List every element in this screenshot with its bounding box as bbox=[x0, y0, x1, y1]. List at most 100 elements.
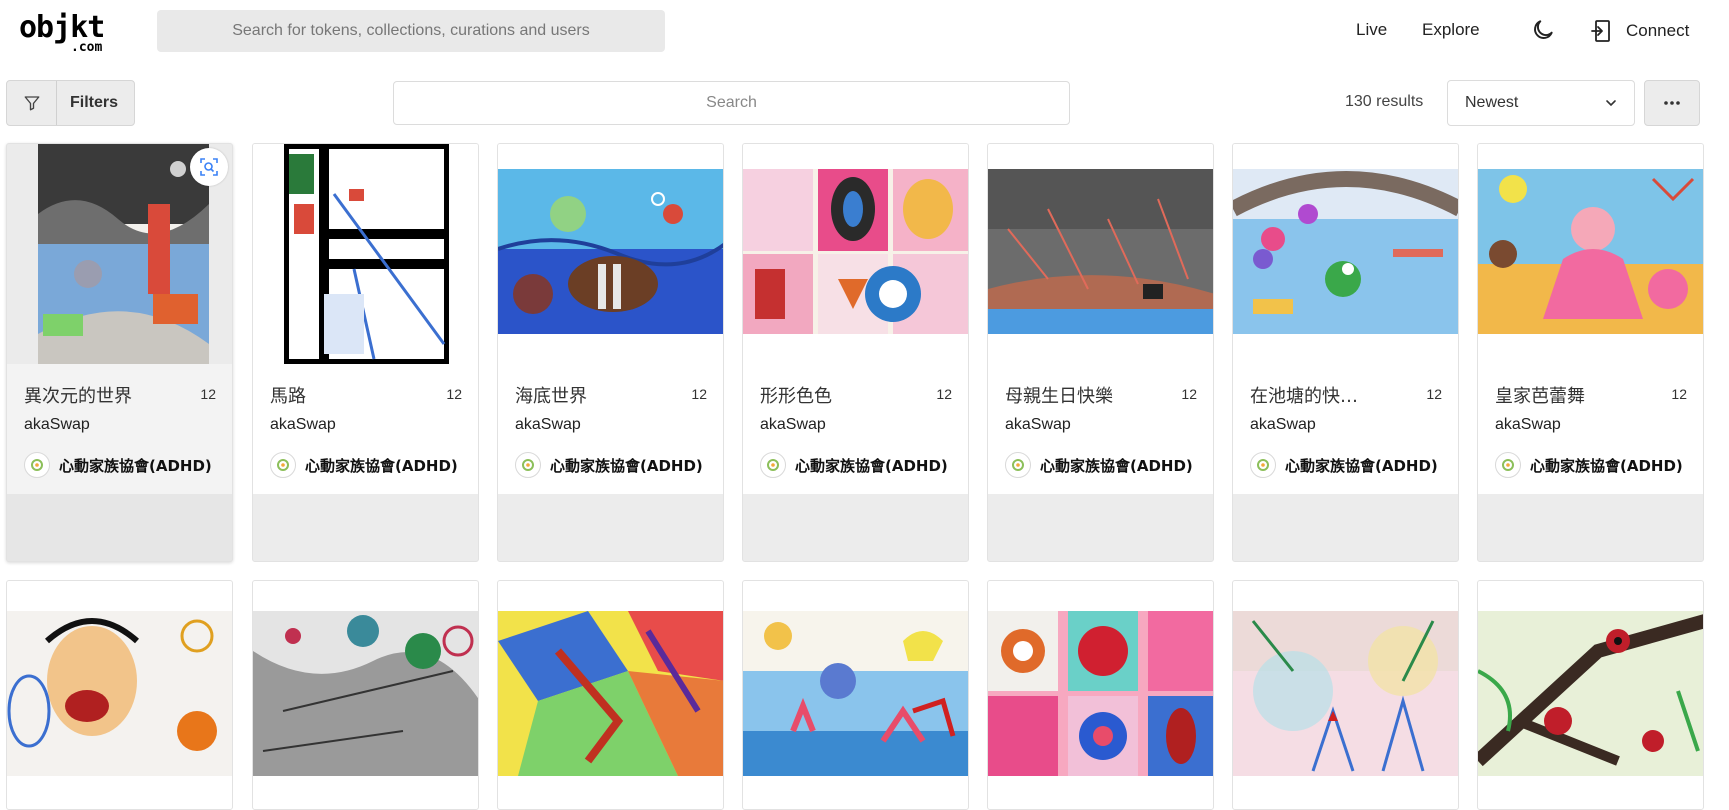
creator-name: 心動家族協會(ADHD) bbox=[1040, 456, 1193, 475]
token-card[interactable] bbox=[252, 580, 479, 810]
token-thumbnail[interactable] bbox=[253, 144, 478, 364]
nav-link-explore[interactable]: Explore bbox=[1422, 20, 1480, 40]
token-info: 馬路 12 akaSwap 心動家族協會(ADHD) bbox=[253, 364, 478, 494]
avatar bbox=[24, 452, 50, 478]
token-card[interactable] bbox=[6, 580, 233, 810]
creator[interactable]: 心動家族協會(ADHD) bbox=[1495, 450, 1695, 480]
avatar bbox=[1005, 452, 1031, 478]
collection-name[interactable]: akaSwap bbox=[760, 416, 826, 434]
chevron-down-icon bbox=[1604, 96, 1618, 110]
artwork-image bbox=[498, 169, 723, 334]
token-info: 母親生日快樂 12 akaSwap 心動家族協會(ADHD) bbox=[988, 364, 1213, 494]
collection-name[interactable]: akaSwap bbox=[1005, 416, 1071, 434]
artwork-image bbox=[1478, 611, 1703, 776]
edition-count: 12 bbox=[1426, 386, 1442, 402]
edition-count: 12 bbox=[936, 386, 952, 402]
token-card[interactable]: 形形色色 12 akaSwap 心動家族協會(ADHD) bbox=[742, 143, 969, 562]
token-info: 在池塘的快樂時光 12 akaSwap 心動家族協會(ADHD) bbox=[1233, 364, 1458, 494]
artwork-image bbox=[988, 169, 1213, 334]
edition-count: 12 bbox=[446, 386, 462, 402]
token-card[interactable] bbox=[987, 580, 1214, 810]
avatar bbox=[1495, 452, 1521, 478]
collection-name[interactable]: akaSwap bbox=[1250, 416, 1316, 434]
token-info: 海底世界 12 akaSwap 心動家族協會(ADHD) bbox=[498, 364, 723, 494]
creator-name: 心動家族協會(ADHD) bbox=[1530, 456, 1683, 475]
edition-count: 12 bbox=[200, 386, 216, 402]
funnel-icon bbox=[7, 81, 57, 125]
token-title[interactable]: 形形色色 bbox=[760, 382, 925, 408]
creator[interactable]: 心動家族協會(ADHD) bbox=[270, 450, 470, 480]
token-card[interactable]: 異次元的世界 12 akaSwap 心動家族協會(ADHD) bbox=[6, 143, 233, 562]
artwork-image bbox=[38, 144, 209, 364]
creator-name: 心動家族協會(ADHD) bbox=[795, 456, 948, 475]
artwork-image bbox=[7, 611, 232, 776]
zoom-icon[interactable] bbox=[190, 148, 228, 186]
avatar bbox=[760, 452, 786, 478]
results-toolbar: Filters 130 results Newest bbox=[0, 80, 1729, 126]
token-card[interactable]: 馬路 12 akaSwap 心動家族協會(ADHD) bbox=[252, 143, 479, 562]
artwork-image bbox=[743, 611, 968, 776]
login-icon bbox=[1590, 19, 1612, 43]
filters-button[interactable]: Filters bbox=[6, 80, 135, 126]
top-navigation-bar: objkt .com Live Explore Connect bbox=[0, 0, 1729, 62]
ellipsis-icon bbox=[1663, 100, 1681, 106]
creator[interactable]: 心動家族協會(ADHD) bbox=[515, 450, 715, 480]
token-card[interactable] bbox=[497, 580, 724, 810]
edition-count: 12 bbox=[1671, 386, 1687, 402]
artwork-image bbox=[498, 611, 723, 776]
token-card[interactable]: 在池塘的快樂時光 12 akaSwap 心動家族協會(ADHD) bbox=[1232, 143, 1459, 562]
connect-label: Connect bbox=[1626, 21, 1690, 40]
token-thumbnail[interactable] bbox=[743, 144, 968, 364]
objkt-logo[interactable]: objkt .com bbox=[19, 8, 119, 55]
token-thumbnail[interactable] bbox=[498, 144, 723, 364]
token-card[interactable]: 母親生日快樂 12 akaSwap 心動家族協會(ADHD) bbox=[987, 143, 1214, 562]
moon-icon[interactable] bbox=[1530, 17, 1556, 43]
token-thumbnail[interactable] bbox=[7, 144, 232, 364]
nav-link-live[interactable]: Live bbox=[1356, 20, 1387, 40]
token-card[interactable] bbox=[742, 580, 969, 810]
artwork-image bbox=[1233, 169, 1458, 334]
filters-label: Filters bbox=[70, 94, 119, 111]
global-search-input[interactable] bbox=[157, 10, 665, 52]
creator[interactable]: 心動家族協會(ADHD) bbox=[760, 450, 960, 480]
connect-button[interactable]: Connect bbox=[1590, 16, 1702, 46]
sort-value: Newest bbox=[1465, 94, 1519, 111]
creator-name: 心動家族協會(ADHD) bbox=[59, 456, 212, 475]
token-title[interactable]: 在池塘的快樂時光 bbox=[1250, 382, 1368, 408]
search-input[interactable] bbox=[393, 81, 1070, 125]
more-options-button[interactable] bbox=[1644, 80, 1700, 126]
sort-select[interactable]: Newest bbox=[1447, 80, 1635, 126]
edition-count: 12 bbox=[1181, 386, 1197, 402]
token-title[interactable]: 皇家芭蕾舞 bbox=[1495, 382, 1660, 408]
token-title[interactable]: 異次元的世界 bbox=[24, 382, 189, 408]
token-card[interactable] bbox=[1232, 580, 1459, 810]
token-card[interactable] bbox=[1477, 580, 1704, 810]
token-title[interactable]: 馬路 bbox=[270, 382, 435, 408]
token-info: 形形色色 12 akaSwap 心動家族協會(ADHD) bbox=[743, 364, 968, 494]
collection-name[interactable]: akaSwap bbox=[270, 416, 336, 434]
creator-name: 心動家族協會(ADHD) bbox=[550, 456, 703, 475]
token-thumbnail[interactable] bbox=[1233, 144, 1458, 364]
creator[interactable]: 心動家族協會(ADHD) bbox=[1250, 450, 1450, 480]
token-card[interactable]: 皇家芭蕾舞 12 akaSwap 心動家族協會(ADHD) bbox=[1477, 143, 1704, 562]
token-card[interactable]: 海底世界 12 akaSwap 心動家族協會(ADHD) bbox=[497, 143, 724, 562]
artwork-image bbox=[253, 611, 478, 776]
collection-name[interactable]: akaSwap bbox=[24, 416, 90, 434]
token-title[interactable]: 海底世界 bbox=[515, 382, 680, 408]
logo-subtext: .com bbox=[71, 40, 103, 55]
artwork-image bbox=[1478, 169, 1703, 334]
artwork-image bbox=[284, 144, 449, 364]
creator-name: 心動家族協會(ADHD) bbox=[305, 456, 458, 475]
token-title[interactable]: 母親生日快樂 bbox=[1005, 382, 1170, 408]
creator[interactable]: 心動家族協會(ADHD) bbox=[24, 450, 224, 480]
collection-name[interactable]: akaSwap bbox=[515, 416, 581, 434]
artwork-image bbox=[1233, 611, 1458, 776]
collection-name[interactable]: akaSwap bbox=[1495, 416, 1561, 434]
token-thumbnail[interactable] bbox=[1478, 144, 1703, 364]
token-thumbnail[interactable] bbox=[988, 144, 1213, 364]
creator[interactable]: 心動家族協會(ADHD) bbox=[1005, 450, 1205, 480]
token-info: 皇家芭蕾舞 12 akaSwap 心動家族協會(ADHD) bbox=[1478, 364, 1703, 494]
edition-count: 12 bbox=[691, 386, 707, 402]
creator-name: 心動家族協會(ADHD) bbox=[1285, 456, 1438, 475]
avatar bbox=[515, 452, 541, 478]
